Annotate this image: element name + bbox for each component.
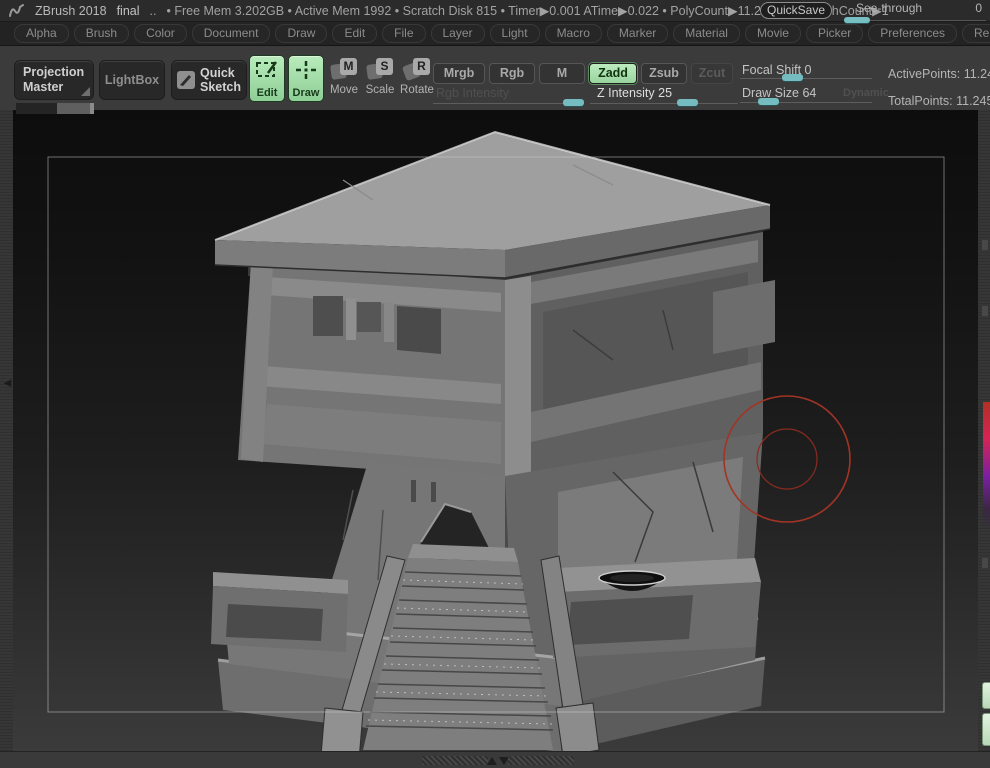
collapsed-green-button[interactable]	[982, 682, 990, 709]
doc-scrollbar-notch	[90, 103, 94, 114]
menu-movie[interactable]: Movie	[744, 24, 801, 43]
corner-triangle-icon	[81, 87, 90, 96]
scale-s-icon: S	[376, 58, 393, 75]
document-canvas[interactable]	[13, 110, 978, 751]
mrgb-toggle[interactable]: Mrgb	[433, 63, 485, 84]
z-intensity-slider[interactable]	[590, 103, 738, 104]
right-tray-divider[interactable]	[978, 110, 990, 751]
menu-layer[interactable]: Layer	[430, 24, 485, 43]
projection-master-label2: Master	[23, 80, 64, 94]
document-name: final	[116, 3, 140, 18]
title-bar: ZBrush 2018 final .. • Free Mem 3.202GB …	[0, 0, 990, 23]
menu-file[interactable]: File	[382, 24, 426, 43]
bottom-divider-texture[interactable]	[508, 756, 574, 765]
app-title: ZBrush 2018	[35, 3, 107, 18]
bottom-divider-texture[interactable]	[422, 756, 488, 765]
focal-shift-handle[interactable]	[782, 74, 803, 81]
rotate-button[interactable]: R Rotate	[399, 58, 435, 96]
zadd-toggle[interactable]: Zadd	[589, 63, 637, 84]
edit-mode-button[interactable]: Edit	[249, 55, 285, 102]
move-label: Move	[329, 84, 359, 96]
workspace: ◄	[0, 110, 990, 751]
draw-size-label: Draw Size 64	[742, 86, 817, 100]
points-readout: ActivePoints: 11.245 TotalPoints: 11.245	[888, 61, 990, 115]
zcut-toggle[interactable]: Zcut	[691, 63, 733, 84]
m-toggle[interactable]: M	[539, 63, 585, 84]
menu-brush[interactable]: Brush	[73, 24, 130, 43]
menu-bar: Alpha Brush Color Document Draw Edit Fil…	[0, 22, 990, 46]
menu-material[interactable]: Material	[673, 24, 740, 43]
lightbox-button[interactable]: LightBox	[99, 60, 165, 100]
rgb-intensity-slider[interactable]	[433, 103, 583, 104]
draw-crosshair-icon	[296, 61, 316, 79]
menu-document[interactable]: Document	[191, 24, 271, 43]
draw-size-value: 64	[802, 86, 817, 100]
color-spectrum-strip[interactable]	[983, 402, 990, 530]
bottom-tray-handle[interactable]	[487, 756, 509, 765]
draw-size-handle[interactable]	[758, 98, 779, 105]
menu-alpha[interactable]: Alpha	[14, 24, 69, 43]
rgb-intensity-label: Rgb Intensity	[436, 86, 509, 100]
rotate-label: Rotate	[400, 84, 434, 96]
menu-preferences[interactable]: Preferences	[868, 24, 957, 43]
rgb-toggle[interactable]: Rgb	[489, 63, 535, 84]
edit-label: Edit	[256, 87, 278, 99]
top-toolbar: Projection Master LightBox Quick Sketch …	[0, 46, 990, 114]
quick-sketch-label1: Quick	[200, 66, 235, 80]
bottom-bar	[0, 751, 990, 768]
menu-picker[interactable]: Picker	[805, 24, 864, 43]
move-button[interactable]: M Move	[326, 58, 362, 96]
doc-dots: ..	[149, 3, 157, 18]
quick-sketch-button[interactable]: Quick Sketch	[171, 60, 247, 100]
edit-marquee-icon	[256, 61, 278, 77]
zbrush-logo-icon	[9, 3, 24, 17]
doc-scrollbar-track[interactable]	[16, 103, 57, 114]
tray-tick	[982, 306, 988, 316]
zsub-toggle[interactable]: Zsub	[641, 63, 687, 84]
rgb-intensity-handle[interactable]	[563, 99, 584, 106]
scale-button[interactable]: S Scale	[362, 58, 398, 96]
tray-tick	[982, 240, 988, 250]
focal-shift-slider[interactable]	[740, 78, 872, 79]
quick-sketch-label2: Sketch	[200, 80, 241, 94]
quicksave-button[interactable]: QuickSave	[760, 2, 832, 19]
menu-light[interactable]: Light	[489, 24, 540, 43]
z-intensity-label: Z Intensity 25	[597, 86, 673, 100]
draw-label: Draw	[292, 87, 320, 99]
left-tray-divider[interactable]: ◄	[0, 110, 14, 751]
menu-render[interactable]: Render	[962, 24, 990, 43]
brush-icon	[177, 71, 195, 89]
active-points: ActivePoints: 11.245	[888, 67, 990, 81]
menu-edit[interactable]: Edit	[332, 24, 378, 43]
menu-color[interactable]: Color	[134, 24, 187, 43]
total-points: TotalPoints: 11.245	[888, 94, 990, 108]
draw-mode-button[interactable]: Draw	[288, 55, 324, 102]
see-through-slider[interactable]: See-through 0	[844, 1, 986, 23]
z-intensity-value: 25	[658, 86, 673, 100]
projection-master-label1: Projection	[23, 65, 85, 79]
projection-master-button[interactable]: Projection Master	[14, 60, 94, 100]
see-through-value: 0	[975, 1, 982, 15]
dynamic-toggle[interactable]: Dynamic	[843, 87, 889, 99]
expand-up-icon	[487, 757, 497, 765]
collapsed-green-button[interactable]	[982, 713, 990, 746]
z-intensity-handle[interactable]	[677, 99, 698, 106]
sculpt-model-render	[47, 130, 945, 751]
doc-scrollbar-thumb[interactable]	[57, 103, 90, 114]
collapse-left-icon[interactable]: ◄	[1, 376, 14, 389]
see-through-label: See-through	[856, 1, 923, 15]
rotate-r-icon: R	[413, 58, 430, 75]
tray-tick	[982, 558, 988, 568]
see-through-handle[interactable]	[844, 17, 870, 23]
focal-shift-value: 0	[804, 63, 812, 77]
move-m-icon: M	[340, 58, 357, 75]
menu-marker[interactable]: Marker	[606, 24, 669, 43]
menu-macro[interactable]: Macro	[544, 24, 602, 43]
menu-draw[interactable]: Draw	[275, 24, 328, 43]
scale-label: Scale	[365, 84, 395, 96]
